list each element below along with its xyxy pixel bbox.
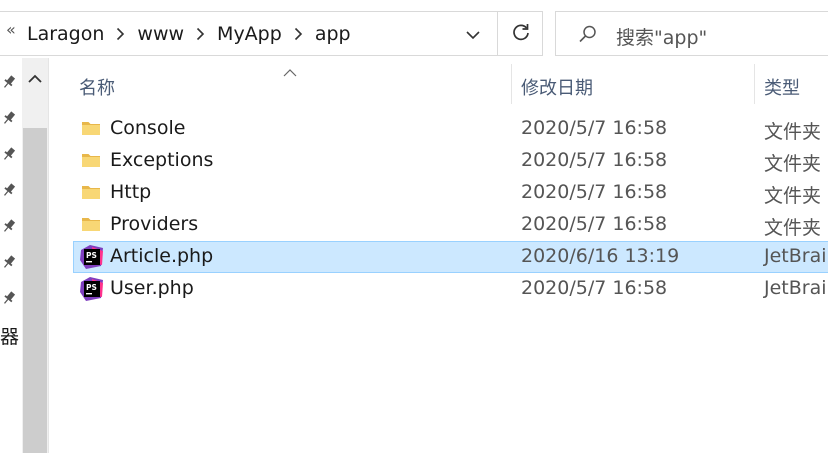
folder-icon (80, 149, 102, 175)
column-divider[interactable] (511, 64, 512, 104)
phpstorm-file-icon: PS (80, 277, 104, 305)
refresh-icon (511, 22, 531, 46)
scrollbar-thumb[interactable] (23, 128, 47, 453)
navigation-pane: 器 (0, 58, 22, 453)
file-row-article-php[interactable]: PS Article.php 2020/6/16 13:19 JetBrains (73, 241, 828, 273)
clipped-nav-label: 器 (0, 326, 20, 348)
phpstorm-file-icon: PS (80, 245, 104, 273)
search-box[interactable]: 搜索"app" (555, 11, 828, 56)
file-date: 2020/5/7 16:58 (521, 117, 668, 139)
file-date: 2020/5/7 16:58 (521, 181, 668, 203)
file-type: 文件夹 (764, 217, 822, 239)
pin-icon[interactable] (1, 218, 17, 238)
pin-icon[interactable] (1, 182, 17, 202)
breadcrumb-item-laragon[interactable]: Laragon (27, 23, 104, 45)
pin-icon[interactable] (1, 290, 17, 310)
file-type: JetBrains (764, 277, 828, 299)
chevron-right-icon[interactable] (116, 27, 125, 41)
column-header-date[interactable]: 修改日期 (521, 74, 593, 100)
pin-icon[interactable] (1, 146, 17, 166)
file-type: 文件夹 (764, 153, 822, 175)
file-type: 文件夹 (764, 121, 822, 143)
file-row-user-php[interactable]: PS User.php 2020/5/7 16:58 JetBrains (73, 273, 828, 305)
file-name: Console (110, 117, 186, 139)
breadcrumb: Laragon www MyApp app (27, 12, 351, 55)
column-header-name[interactable]: 名称 (79, 74, 115, 100)
breadcrumb-item-www[interactable]: www (137, 23, 184, 45)
column-divider[interactable] (754, 64, 755, 104)
file-row-providers[interactable]: Providers 2020/5/7 16:58 文件夹 (73, 209, 828, 241)
folder-icon (80, 117, 102, 143)
refresh-button[interactable] (497, 12, 543, 55)
pane-divider[interactable] (48, 58, 49, 453)
search-input[interactable]: 搜索"app" (616, 23, 707, 50)
breadcrumb-item-myapp[interactable]: MyApp (217, 23, 282, 45)
file-name: Providers (110, 213, 199, 235)
address-bar[interactable]: « Laragon www MyApp app (0, 11, 543, 56)
chevron-right-icon[interactable] (196, 27, 205, 41)
file-name: User.php (110, 277, 194, 299)
column-header: 名称 修改日期 类型 (49, 58, 828, 110)
file-type: JetBrains (764, 245, 828, 267)
pin-icon[interactable] (1, 110, 17, 130)
column-header-type[interactable]: 类型 (764, 74, 800, 100)
pin-icon[interactable] (1, 254, 17, 274)
file-date: 2020/5/7 16:58 (521, 149, 668, 171)
search-icon (578, 24, 598, 48)
chevron-up-icon[interactable] (27, 70, 43, 89)
file-name: Article.php (110, 245, 214, 267)
navigation-bar: « Laragon www MyApp app 搜索"app" (0, 0, 828, 58)
file-type: 文件夹 (764, 185, 822, 207)
pin-icon[interactable] (1, 74, 17, 94)
breadcrumb-item-app[interactable]: app (315, 23, 351, 45)
chevron-down-icon[interactable] (465, 26, 481, 45)
file-date: 2020/5/7 16:58 (521, 277, 668, 299)
chevron-right-icon[interactable] (294, 27, 303, 41)
folder-icon (80, 181, 102, 207)
file-row-http[interactable]: Http 2020/5/7 16:58 文件夹 (73, 177, 828, 209)
sort-ascending-icon (283, 62, 297, 81)
file-name: Http (110, 181, 152, 203)
file-date: 2020/6/16 13:19 (521, 245, 680, 267)
breadcrumb-overflow-button[interactable]: « (6, 20, 16, 39)
vertical-scrollbar[interactable] (22, 58, 48, 453)
file-date: 2020/5/7 16:58 (521, 213, 668, 235)
file-row-exceptions[interactable]: Exceptions 2020/5/7 16:58 文件夹 (73, 145, 828, 177)
svg-text:PS: PS (86, 283, 97, 292)
folder-icon (80, 213, 102, 239)
file-row-console[interactable]: Console 2020/5/7 16:58 文件夹 (73, 113, 828, 145)
file-name: Exceptions (110, 149, 214, 171)
svg-text:PS: PS (86, 251, 97, 260)
